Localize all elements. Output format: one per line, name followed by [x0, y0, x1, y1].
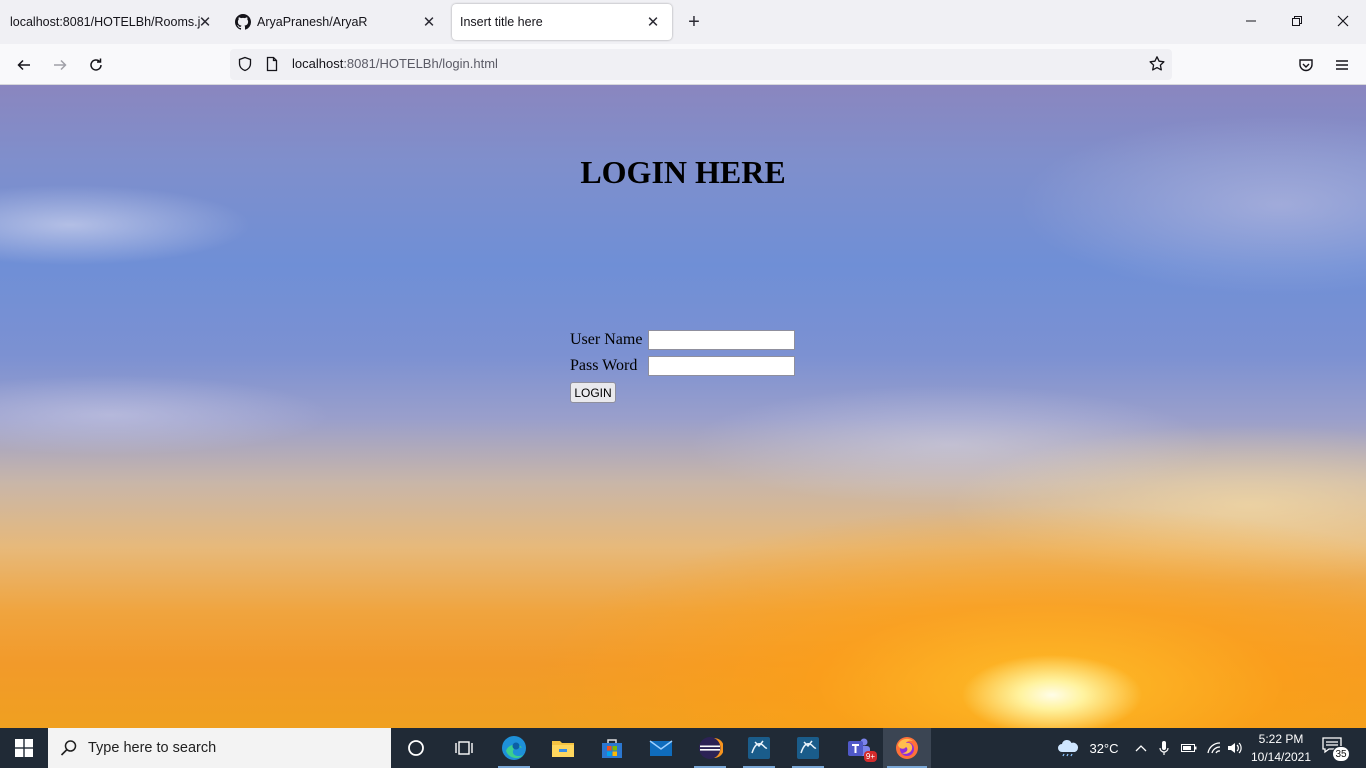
firefox-taskbar-button[interactable]: [883, 728, 931, 768]
reload-icon: [90, 58, 102, 71]
restore-icon: [1292, 16, 1302, 26]
url-bar[interactable]: localhost:8081/HOTELBh/login.html: [230, 49, 1172, 80]
notification-count: 35: [1332, 746, 1350, 762]
close-tab-icon[interactable]: ✕: [196, 13, 214, 31]
mysql-workbench-button[interactable]: [735, 728, 783, 768]
microphone-tray[interactable]: [1156, 728, 1172, 768]
show-hidden-icons-button[interactable]: [1132, 728, 1150, 768]
edge-taskbar-button[interactable]: [490, 728, 538, 768]
tab-active-insert-title[interactable]: Insert title here ✕: [452, 4, 672, 40]
mysql-workbench-button-2[interactable]: [784, 728, 832, 768]
mysql-workbench-icon: [797, 737, 819, 759]
battery-tray[interactable]: [1180, 728, 1198, 768]
task-view-button[interactable]: [440, 728, 488, 768]
restore-button[interactable]: [1274, 6, 1320, 36]
pocket-icon: [1299, 59, 1313, 72]
mysql-workbench-icon: [748, 737, 770, 759]
weather-temperature[interactable]: 32°C: [1084, 728, 1124, 768]
eclipse-button[interactable]: [686, 728, 734, 768]
eclipse-icon: [699, 737, 723, 759]
clock-time: 5:22 PM: [1258, 732, 1304, 746]
tab-rooms[interactable]: localhost:8081/HOTELBh/Rooms.jsp ✕: [0, 4, 222, 40]
new-tab-button[interactable]: +: [682, 10, 706, 34]
microphone-icon: [1159, 741, 1169, 755]
tab-github[interactable]: AryaPranesh/AryaR ✕: [224, 4, 448, 40]
pocket-button[interactable]: [1293, 52, 1319, 78]
mail-button[interactable]: [637, 728, 685, 768]
tab-title: localhost:8081/HOTELBh/Rooms.jsp: [10, 15, 200, 29]
chevron-up-icon: [1135, 745, 1147, 752]
cortana-icon: [408, 740, 424, 756]
url-host: localhost: [292, 56, 344, 71]
search-placeholder: Type here to search: [88, 740, 217, 756]
volume-tray[interactable]: [1226, 728, 1244, 768]
minimize-icon: [1246, 20, 1256, 22]
url-path: :8081/HOTELBh/login.html: [343, 56, 498, 71]
file-explorer-icon: [552, 741, 574, 757]
page-icon[interactable]: [264, 56, 280, 72]
speaker-icon: [1228, 742, 1242, 754]
clock-date: 10/14/2021: [1250, 750, 1312, 764]
back-button[interactable]: [11, 52, 37, 78]
arrow-left-icon: [17, 59, 30, 71]
microsoft-store-icon: [602, 739, 622, 758]
firefox-icon: [896, 737, 918, 759]
wifi-icon: [1207, 742, 1221, 754]
hamburger-menu-icon: [1336, 60, 1348, 70]
password-input[interactable]: [648, 356, 795, 376]
weather-widget[interactable]: [1054, 728, 1082, 768]
tab-strip: localhost:8081/HOTELBh/Rooms.jsp ✕ AryaP…: [0, 0, 1366, 44]
system-clock[interactable]: 5:22 PM 10/14/2021: [1246, 730, 1316, 766]
close-tab-icon[interactable]: ✕: [644, 13, 662, 31]
app-menu-button[interactable]: [1329, 52, 1355, 78]
task-view-icon: [455, 741, 473, 755]
search-icon: [60, 740, 77, 756]
username-label: User Name: [570, 331, 643, 348]
cortana-button[interactable]: [392, 728, 440, 768]
edge-icon: [502, 736, 526, 760]
close-tab-icon[interactable]: ✕: [420, 13, 438, 31]
teams-button[interactable]: 9+: [834, 728, 882, 768]
tab-title: Insert title here: [460, 15, 543, 29]
close-icon: [1337, 15, 1349, 27]
teams-notification-badge: 9+: [863, 751, 877, 762]
taskbar-search-box[interactable]: Type here to search: [48, 728, 391, 768]
forward-button[interactable]: [47, 52, 73, 78]
windows-taskbar: Type here to search 9+ 32°C 5:22 PM 10/1…: [0, 728, 1366, 768]
tab-title: AryaPranesh/AryaR: [257, 15, 368, 29]
notification-center-button[interactable]: 35: [1322, 736, 1350, 762]
page-title: LOGIN HERE: [580, 154, 786, 190]
login-button[interactable]: LOGIN: [570, 382, 616, 403]
password-label: Pass Word: [570, 357, 638, 374]
bookmark-star-icon[interactable]: [1148, 55, 1166, 73]
shield-icon[interactable]: [237, 56, 253, 72]
microsoft-store-button[interactable]: [588, 728, 636, 768]
battery-icon: [1181, 744, 1197, 752]
network-tray[interactable]: [1205, 728, 1223, 768]
navigation-toolbar: localhost:8081/HOTELBh/login.html: [0, 44, 1366, 85]
cloud-rain-icon: [1058, 739, 1079, 757]
start-button[interactable]: [0, 728, 48, 768]
username-input[interactable]: [648, 330, 795, 350]
mail-icon: [649, 740, 673, 756]
url-text[interactable]: localhost:8081/HOTELBh/login.html: [292, 56, 498, 71]
arrow-right-icon: [54, 59, 67, 71]
reload-button[interactable]: [83, 52, 109, 78]
page-content: LOGIN HERE User Name Pass Word LOGIN: [0, 85, 1366, 728]
minimize-button[interactable]: [1228, 6, 1274, 36]
windows-start-icon: [15, 739, 33, 757]
close-window-button[interactable]: [1320, 6, 1366, 36]
file-explorer-button[interactable]: [539, 728, 587, 768]
github-icon: [235, 14, 251, 30]
